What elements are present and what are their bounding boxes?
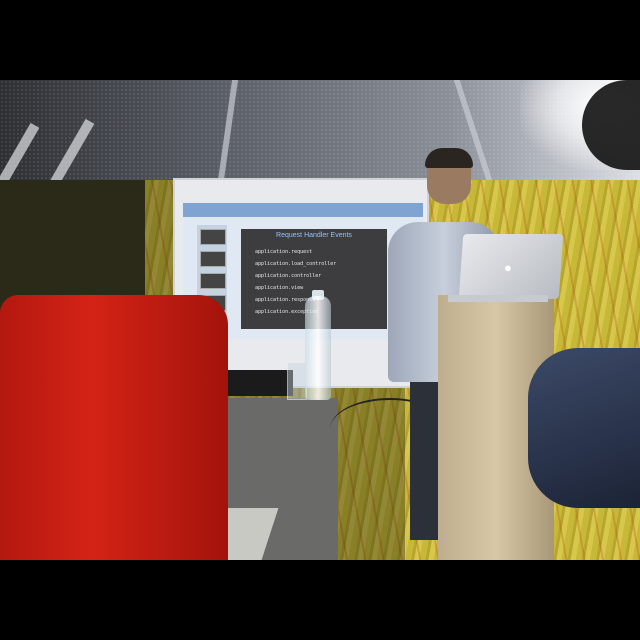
thumbnail — [200, 229, 226, 245]
water-bottle — [305, 296, 331, 400]
slide-line: application.controller — [255, 273, 322, 279]
thumbnail — [200, 273, 226, 289]
photo: Request Handler Events application.reque… — [0, 80, 640, 560]
slide-line: application.request — [255, 249, 313, 255]
apple-logo-icon: ● — [504, 260, 512, 275]
slide-title: Request Handler Events — [276, 232, 352, 239]
audience-knee — [528, 348, 640, 508]
laptop-base — [448, 295, 548, 302]
slide-line: application.load_controller — [255, 261, 337, 267]
glass — [287, 362, 307, 400]
photo-frame: Request Handler Events application.reque… — [0, 0, 640, 640]
speaker-hair — [425, 148, 473, 168]
app-toolbar — [183, 203, 423, 217]
thumbnail — [200, 251, 226, 267]
red-chair — [0, 295, 228, 560]
slide-line: application.view — [255, 285, 304, 291]
